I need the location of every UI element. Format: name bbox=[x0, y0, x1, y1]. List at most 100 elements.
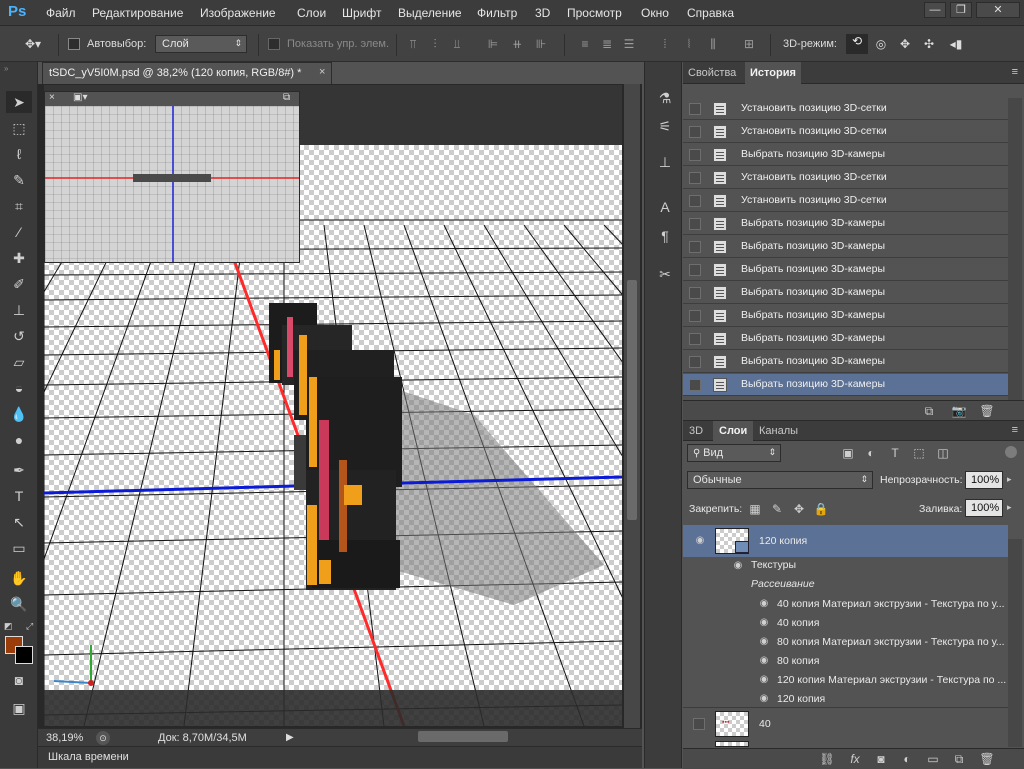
snapshot-source-checkbox[interactable] bbox=[689, 264, 701, 276]
brush-presets-icon[interactable]: ⚗ bbox=[654, 88, 676, 108]
history-state-item[interactable]: Выбрать позицию 3D-камеры bbox=[683, 305, 1008, 327]
history-state-item[interactable]: Установить позицию 3D-сетки bbox=[683, 121, 1008, 143]
menu-edit[interactable]: Редактирование bbox=[92, 6, 183, 20]
layer-mask-icon[interactable]: ◙ bbox=[873, 751, 889, 767]
eye-icon[interactable]: ◉ bbox=[693, 536, 707, 546]
opacity-slider-arrow-icon[interactable]: ▸ bbox=[1007, 474, 1012, 485]
eye-icon[interactable]: ◉ bbox=[757, 675, 771, 685]
lasso-tool-icon[interactable]: ℓ bbox=[6, 143, 32, 165]
visibility-toggle[interactable] bbox=[693, 718, 705, 730]
quick-select-tool-icon[interactable]: ✎ bbox=[6, 169, 32, 191]
texture-sublayer-row[interactable]: ◉ 120 копия Материал экструзии - Текстура… bbox=[683, 671, 1008, 690]
snapshot-source-checkbox[interactable] bbox=[689, 149, 701, 161]
show-controls-checkbox[interactable] bbox=[268, 38, 280, 50]
align-bottom-icon[interactable]: ⫫ bbox=[450, 37, 464, 51]
layers-menu-icon[interactable]: ≡ bbox=[1012, 424, 1018, 436]
vertical-scroll-thumb[interactable] bbox=[627, 280, 637, 520]
slide-3d-icon[interactable]: ✣ bbox=[922, 37, 936, 51]
texture-sublayer-row[interactable]: ◉ 80 копия bbox=[683, 652, 1008, 671]
layer-row-partial[interactable] bbox=[683, 739, 1008, 747]
maximize-mini-panel-icon[interactable]: ⧉ bbox=[283, 92, 290, 103]
layer-row-40[interactable]: ▪▪▪ 40 bbox=[683, 707, 1008, 739]
history-state-item[interactable]: Установить позицию 3D-сетки bbox=[683, 190, 1008, 212]
layer-row-120-copy[interactable]: ◉ 120 копия bbox=[683, 525, 1008, 557]
adjustment-layer-icon[interactable]: ◐ bbox=[899, 751, 915, 767]
eye-icon[interactable]: ◉ bbox=[757, 656, 771, 666]
tab-channels[interactable]: Каналы bbox=[753, 421, 804, 441]
tab-properties[interactable]: Свойства bbox=[683, 62, 741, 84]
pen-tool-icon[interactable]: ✒ bbox=[6, 459, 32, 481]
menu-window[interactable]: Окно bbox=[641, 6, 669, 20]
clone-source-icon[interactable]: ⊥ bbox=[654, 152, 676, 172]
lock-pixels-icon[interactable]: ✎ bbox=[769, 501, 785, 517]
opacity-field[interactable]: 100% bbox=[965, 471, 1003, 489]
history-scrollbar[interactable] bbox=[1008, 98, 1022, 404]
snapshot-source-checkbox[interactable] bbox=[689, 195, 701, 207]
crop-tool-icon[interactable]: ⌗ bbox=[6, 195, 32, 217]
snapshot-source-checkbox[interactable] bbox=[689, 103, 701, 115]
snapshot-source-checkbox[interactable] bbox=[689, 172, 701, 184]
eye-icon[interactable]: ◉ bbox=[757, 637, 771, 647]
default-colors-icon[interactable]: ◩ bbox=[4, 621, 13, 632]
panel-menu-icon[interactable]: ≡ bbox=[1012, 66, 1018, 78]
move-tool-preset-icon[interactable]: ✥▾ bbox=[22, 37, 44, 51]
menu-file[interactable]: Файл bbox=[46, 6, 76, 20]
autoselect-checkbox[interactable] bbox=[68, 38, 80, 50]
delete-layer-icon[interactable]: 🗑 bbox=[979, 751, 995, 767]
view-menu-icon[interactable]: ▣▾ bbox=[73, 92, 87, 103]
snapshot-icon[interactable]: 📷 bbox=[951, 403, 967, 419]
character-icon[interactable]: A bbox=[654, 197, 676, 217]
history-state-item[interactable]: Установить позицию 3D-сетки bbox=[683, 98, 1008, 120]
distribute-bottom-icon[interactable]: ☰ bbox=[622, 37, 636, 51]
snapshot-source-checkbox[interactable] bbox=[689, 310, 701, 322]
eye-icon[interactable]: ◉ bbox=[731, 561, 745, 571]
stamp-tool-icon[interactable]: ⊥ bbox=[6, 299, 32, 321]
texture-sublayer-row[interactable]: ◉ 80 копия Материал экструзии - Текстура … bbox=[683, 633, 1008, 652]
menu-view[interactable]: Просмотр bbox=[567, 6, 622, 20]
filter-type-icon[interactable]: T bbox=[887, 445, 903, 461]
tab-layers[interactable]: Слои bbox=[713, 421, 754, 441]
distribute-vcenter-icon[interactable]: ≣ bbox=[600, 37, 614, 51]
new-document-from-state-icon[interactable]: ⧉ bbox=[921, 403, 937, 419]
distribute-hcenter-icon[interactable]: ⦚ bbox=[682, 37, 696, 51]
dodge-tool-icon[interactable]: ● bbox=[6, 429, 32, 451]
align-vcenter-icon[interactable]: ⫶ bbox=[428, 37, 442, 51]
hand-tool-icon[interactable]: ✋ bbox=[6, 567, 32, 589]
history-state-item[interactable]: Выбрать позицию 3D-камеры bbox=[683, 213, 1008, 235]
paint-bucket-tool-icon[interactable]: ◒ bbox=[6, 377, 32, 399]
snapshot-source-checkbox[interactable] bbox=[689, 126, 701, 138]
eye-icon[interactable]: ◉ bbox=[757, 694, 771, 704]
align-top-icon[interactable]: ⫪ bbox=[406, 37, 420, 51]
tool-presets-icon[interactable]: ✂ bbox=[654, 264, 676, 284]
eyedropper-tool-icon[interactable]: ⁄ bbox=[6, 221, 32, 243]
snapshot-source-checkbox[interactable] bbox=[689, 218, 701, 230]
tab-3d[interactable]: 3D bbox=[683, 421, 709, 441]
layer-filter-dropdown[interactable]: ⚲ Вид ⇕ bbox=[687, 444, 781, 462]
menu-type[interactable]: Шрифт bbox=[342, 6, 381, 20]
snapshot-source-checkbox[interactable] bbox=[689, 333, 701, 345]
close-mini-panel-icon[interactable]: × bbox=[49, 92, 55, 103]
filter-pixel-icon[interactable]: ▣ bbox=[840, 445, 856, 461]
export-icon[interactable]: ⊙ bbox=[96, 731, 110, 745]
history-state-item[interactable]: Выбрать позицию 3D-камеры bbox=[683, 259, 1008, 281]
lock-transparent-icon[interactable]: ▦ bbox=[747, 501, 763, 517]
healing-brush-tool-icon[interactable]: ✚ bbox=[6, 247, 32, 269]
history-state-item[interactable]: Установить позицию 3D-сетки bbox=[683, 167, 1008, 189]
rectangle-tool-icon[interactable]: ▭ bbox=[6, 537, 32, 559]
filter-shape-icon[interactable]: ⬚ bbox=[911, 445, 927, 461]
history-state-item[interactable]: Выбрать позицию 3D-камеры bbox=[683, 144, 1008, 166]
fill-slider-arrow-icon[interactable]: ▸ bbox=[1007, 502, 1012, 513]
restore-button[interactable]: ❐ bbox=[950, 2, 972, 18]
autoselect-dropdown[interactable]: Слой ⇕ bbox=[155, 35, 247, 53]
filter-adjustment-icon[interactable]: ◐ bbox=[863, 445, 879, 461]
eraser-tool-icon[interactable]: ▱ bbox=[6, 351, 32, 373]
marquee-tool-icon[interactable]: ⬚ bbox=[6, 117, 32, 139]
eye-icon[interactable]: ◉ bbox=[757, 599, 771, 609]
snapshot-source-checkbox[interactable] bbox=[689, 379, 701, 391]
blur-tool-icon[interactable]: 💧 bbox=[6, 403, 32, 425]
minimize-button[interactable]: — bbox=[924, 2, 946, 18]
new-layer-icon[interactable]: ⧉ bbox=[951, 751, 967, 767]
menu-select[interactable]: Выделение bbox=[398, 6, 462, 20]
snapshot-source-checkbox[interactable] bbox=[689, 356, 701, 368]
distribute-right-icon[interactable]: ⫼ bbox=[706, 37, 720, 51]
